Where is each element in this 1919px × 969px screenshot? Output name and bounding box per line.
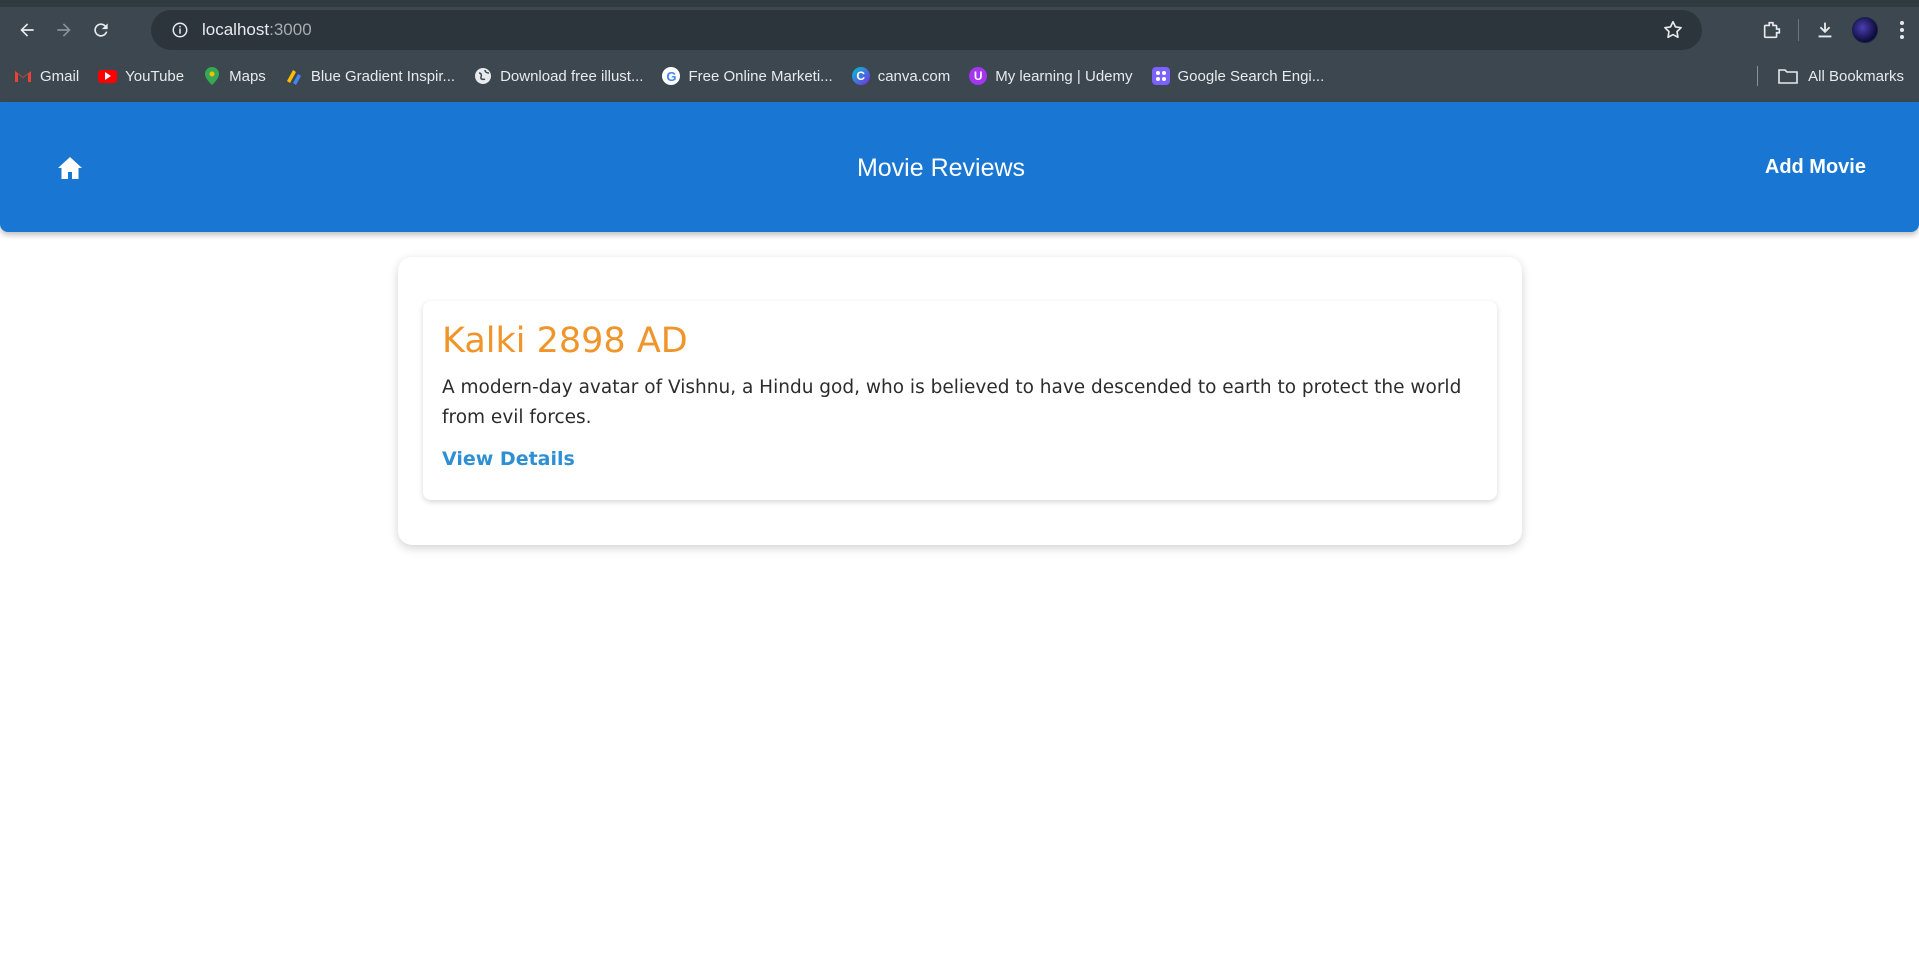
- view-details-link[interactable]: View Details: [442, 448, 575, 470]
- download-icon[interactable]: [1805, 10, 1845, 50]
- add-movie-button[interactable]: Add Movie: [1765, 156, 1866, 179]
- page-title: Movie Reviews: [856, 154, 1026, 182]
- url-port: :3000: [269, 20, 312, 39]
- gmail-icon: [14, 67, 32, 85]
- udemy-icon: U: [969, 67, 988, 85]
- arrow-right-icon: [57, 23, 71, 37]
- browser-toolbar: localhost:3000: [0, 7, 1919, 53]
- grid-icon: [1151, 67, 1170, 85]
- bookmark-star-icon[interactable]: [1662, 19, 1684, 46]
- canva-icon: C: [851, 67, 870, 85]
- forward-button[interactable]: [46, 12, 82, 48]
- menu-icon[interactable]: [1885, 10, 1919, 50]
- app-header: Movie Reviews Add Movie: [0, 102, 1919, 232]
- toolbar-divider: [1798, 19, 1799, 41]
- profile-avatar[interactable]: [1845, 10, 1885, 50]
- bookmark-youtube[interactable]: YouTube: [98, 68, 184, 85]
- tab-strip: [0, 0, 1919, 7]
- movie-list-container: Kalki 2898 AD A modern-day avatar of Vis…: [398, 257, 1522, 545]
- site-info-icon[interactable]: [160, 10, 200, 50]
- bookmarks-bar: Gmail YouTube Maps Blue Gradient Inspir.…: [0, 58, 1919, 94]
- bookmark-udemy[interactable]: U My learning | Udemy: [969, 67, 1133, 85]
- back-button[interactable]: [9, 12, 45, 48]
- bookmark-download-illustrations[interactable]: Download free illust...: [474, 67, 643, 85]
- all-bookmarks[interactable]: All Bookmarks: [1757, 58, 1904, 94]
- reload-icon: [94, 23, 108, 37]
- bookmark-label: Download free illust...: [500, 67, 644, 85]
- arrow-left-icon: [20, 23, 34, 37]
- bookmark-label: My learning | Udemy: [995, 67, 1133, 85]
- extensions-icon[interactable]: [1752, 10, 1792, 50]
- bookmark-free-online-marketing[interactable]: G Free Online Marketi...: [662, 67, 833, 85]
- bookmark-label: Google Search Engi...: [1177, 67, 1325, 85]
- url-text[interactable]: localhost:3000: [202, 20, 312, 40]
- gradient-icon: [285, 67, 303, 85]
- all-bookmarks-label: All Bookmarks: [1808, 67, 1904, 85]
- movie-card: Kalki 2898 AD A modern-day avatar of Vis…: [423, 301, 1497, 500]
- toolbar-actions: [1752, 7, 1919, 53]
- url-host: localhost: [202, 20, 270, 39]
- movie-description: A modern-day avatar of Vishnu, a Hindu g…: [442, 377, 1462, 428]
- google-icon: G: [662, 67, 681, 85]
- bookmark-maps[interactable]: Maps: [203, 67, 266, 85]
- bookmark-label: Free Online Marketi...: [688, 67, 833, 85]
- reload-button[interactable]: [83, 12, 119, 48]
- bookmark-google-search-engine[interactable]: Google Search Engi...: [1151, 67, 1325, 85]
- globe-icon: [474, 67, 492, 85]
- bookmark-label: canva.com: [877, 67, 951, 85]
- bookmark-canva[interactable]: C canva.com: [851, 67, 951, 85]
- maps-icon: [203, 67, 221, 85]
- bookmark-gmail[interactable]: Gmail: [14, 67, 79, 85]
- bookmark-label: Gmail: [40, 67, 80, 85]
- bookmark-label: Maps: [229, 67, 266, 85]
- folder-icon: [1778, 69, 1798, 84]
- bookmark-blue-gradient[interactable]: Blue Gradient Inspir...: [285, 67, 455, 85]
- avatar: [1852, 17, 1878, 43]
- bookmark-label: YouTube: [125, 67, 185, 85]
- movie-title: Kalki 2898 AD: [442, 321, 688, 361]
- browser-chrome: localhost:3000 Gmail YouTube Maps Blue G…: [0, 0, 1919, 102]
- bookmarks-divider: [1757, 66, 1759, 86]
- address-bar[interactable]: localhost:3000: [151, 10, 1702, 50]
- youtube-icon: [98, 69, 118, 83]
- bookmark-label: Blue Gradient Inspir...: [310, 67, 456, 85]
